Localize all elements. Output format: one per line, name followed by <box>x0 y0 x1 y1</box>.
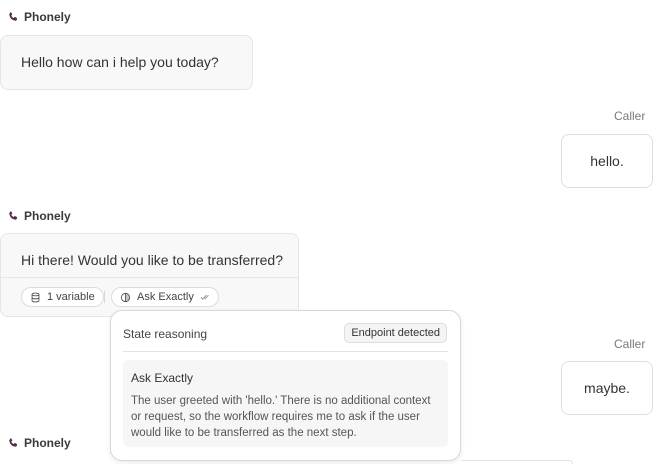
next-message-bubble-edge <box>461 460 573 464</box>
database-icon <box>31 292 40 302</box>
speaker-name: Phonely <box>24 436 71 450</box>
state-reasoning-popover: State reasoning Endpoint detected Ask Ex… <box>110 310 461 461</box>
variables-chip[interactable]: 1 variable <box>21 287 104 307</box>
popover-title: State reasoning <box>123 327 208 341</box>
message-text: Hello how can i help you today? <box>21 54 219 70</box>
chip-separator <box>104 291 105 303</box>
reasoning-card: Ask Exactly The user greeted with 'hello… <box>123 360 448 447</box>
double-check-icon <box>200 294 209 300</box>
caller-label: Caller <box>614 337 646 351</box>
message-text: maybe. <box>584 380 630 396</box>
speaker-label: Phonely <box>7 209 71 223</box>
endpoint-badge: Endpoint detected <box>344 323 447 343</box>
message-text: hello. <box>590 153 624 169</box>
state-chip[interactable]: Ask Exactly <box>111 287 219 307</box>
caller-message-bubble: hello. <box>561 134 653 188</box>
message-text: Hi there! Would you like to be transferr… <box>21 252 283 268</box>
chip-label: 1 variable <box>47 291 95 303</box>
assistant-message-bubble: Hi there! Would you like to be transferr… <box>0 233 299 317</box>
caller-message-bubble: maybe. <box>561 361 653 415</box>
assistant-message-bubble: Hello how can i help you today? <box>0 35 253 90</box>
speaker-name: Phonely <box>24 10 71 24</box>
state-icon <box>120 292 131 302</box>
phone-icon <box>9 12 18 21</box>
reasoning-card-body: The user greeted with 'hello.' There is … <box>131 395 431 439</box>
chip-label: Ask Exactly <box>137 291 194 303</box>
speaker-label: Phonely <box>7 436 71 450</box>
caller-label: Caller <box>614 109 646 123</box>
phone-icon <box>9 438 18 447</box>
speaker-label: Phonely <box>7 10 71 24</box>
popover-divider <box>123 351 448 352</box>
reasoning-card-title: Ask Exactly <box>131 371 194 385</box>
speaker-name: Phonely <box>24 209 71 223</box>
phone-icon <box>9 211 18 220</box>
message-divider <box>1 277 298 278</box>
